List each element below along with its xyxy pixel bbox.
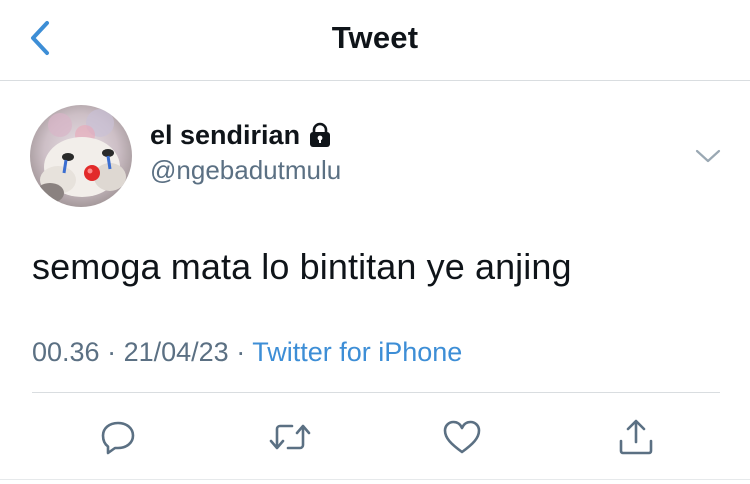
share-icon — [619, 419, 653, 455]
retweet-icon — [269, 424, 311, 450]
tweet-source-link[interactable]: Twitter for iPhone — [252, 337, 462, 367]
more-options-button[interactable] — [693, 141, 723, 171]
tweet-detail: el sendirian @ngebadutmulu semoga mata l… — [0, 81, 750, 484]
divider — [32, 392, 720, 393]
heart-icon — [443, 420, 481, 454]
lock-icon — [310, 122, 331, 147]
avatar[interactable] — [30, 105, 132, 207]
share-button[interactable] — [614, 415, 658, 459]
divider — [0, 479, 750, 480]
retweet-button[interactable] — [268, 415, 312, 459]
author-info[interactable]: el sendirian @ngebadutmulu — [150, 119, 341, 185]
meta-separator: · — [107, 337, 124, 367]
avatar-image — [30, 105, 132, 207]
meta-separator: · — [236, 337, 253, 367]
tweet-date: 21/04/23 — [123, 337, 229, 367]
top-bar: Tweet — [0, 0, 750, 81]
tweet-time: 00.36 — [32, 337, 100, 367]
like-button[interactable] — [440, 415, 484, 459]
chevron-down-icon — [695, 149, 721, 163]
user-handle: @ngebadutmulu — [150, 155, 342, 185]
tweet-text: semoga mata lo bintitan ye anjing — [32, 246, 572, 287]
reply-icon — [101, 421, 135, 455]
reply-button[interactable] — [96, 415, 140, 459]
display-name-row: el sendirian — [150, 119, 341, 151]
tweet-meta: 00.36 · 21/04/23 · Twitter for iPhone — [32, 335, 462, 369]
display-name: el sendirian — [150, 120, 301, 150]
page-title: Tweet — [331, 20, 419, 55]
